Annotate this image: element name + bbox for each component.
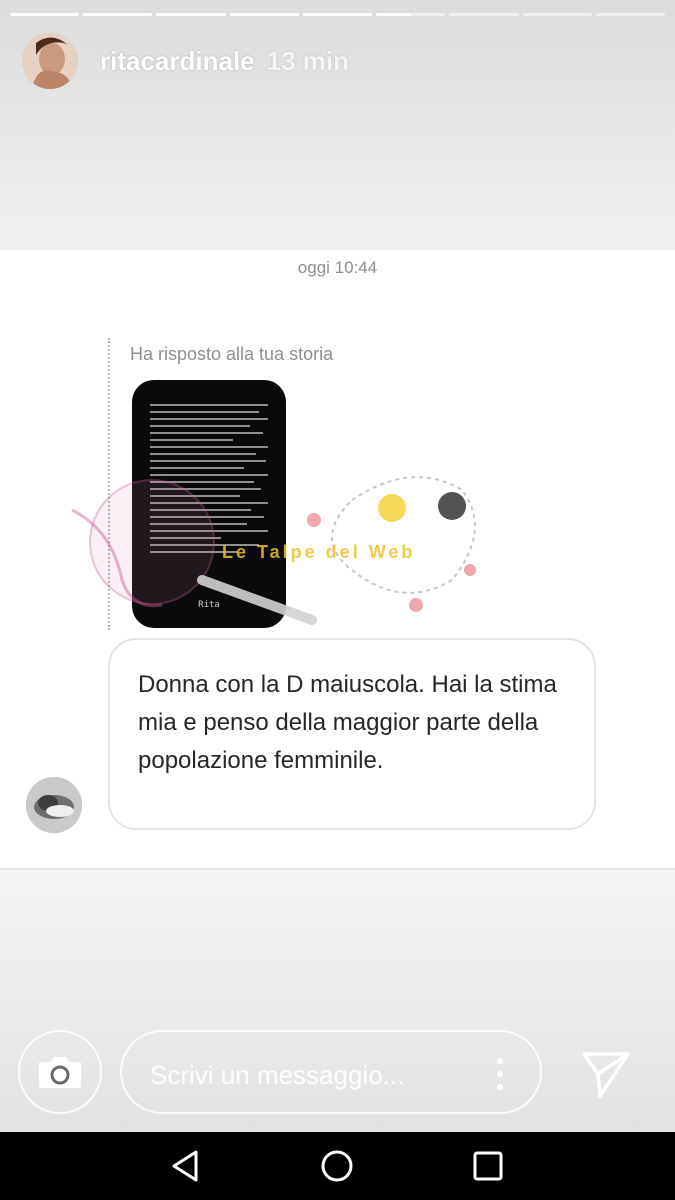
story-progress-segment xyxy=(376,13,446,16)
message-input[interactable] xyxy=(148,1054,482,1096)
profile-avatar[interactable] xyxy=(22,33,78,89)
message-timestamp: oggi 10:44 xyxy=(297,258,378,277)
shared-screenshot: oggi 10:44 Ha risposto alla tua storia R… xyxy=(0,250,675,868)
reply-label: Ha risposto alla tua storia xyxy=(130,344,334,364)
story-progress-segment xyxy=(83,13,153,16)
story-progress-fill xyxy=(83,13,153,16)
story-progress-bar xyxy=(10,13,665,16)
username[interactable]: ritacardinale xyxy=(100,46,255,77)
story-progress-segment xyxy=(229,13,299,16)
watermark-text: Le Talpe del Web xyxy=(222,542,415,562)
sender-avatar xyxy=(26,777,82,833)
story-progress-segment xyxy=(522,13,592,16)
nav-recents-icon[interactable] xyxy=(470,1148,506,1184)
post-time: 13 min xyxy=(266,45,350,76)
more-vertical-icon[interactable] xyxy=(496,1058,504,1090)
watermark-logo: Le Talpe del Web xyxy=(71,476,476,625)
camera-icon xyxy=(39,1057,81,1088)
story-progress-segment xyxy=(10,13,80,16)
screenshot-bottom-edge xyxy=(0,868,675,870)
send-icon[interactable] xyxy=(580,1048,632,1100)
camera-button[interactable] xyxy=(18,1030,102,1114)
story-header: ritacardinale 13 min xyxy=(22,33,349,89)
android-navigation-bar xyxy=(0,1132,675,1200)
story-progress-fill xyxy=(229,13,299,16)
message-input-container[interactable] xyxy=(120,1030,542,1114)
story-progress-segment xyxy=(156,13,226,16)
message-bubble: Donna con la D maiuscola. Hai la stima m… xyxy=(108,638,596,830)
story-progress-fill xyxy=(156,13,226,16)
story-progress-segment xyxy=(302,13,373,16)
story-progress-segment xyxy=(449,13,519,16)
story-progress-segment xyxy=(595,13,665,16)
story-progress-fill xyxy=(302,13,373,16)
story-reply-bar xyxy=(0,1030,675,1116)
story-progress-fill xyxy=(376,13,411,16)
nav-back-icon[interactable] xyxy=(168,1148,204,1184)
story-progress-fill xyxy=(10,13,80,16)
nav-home-icon[interactable] xyxy=(319,1148,355,1184)
